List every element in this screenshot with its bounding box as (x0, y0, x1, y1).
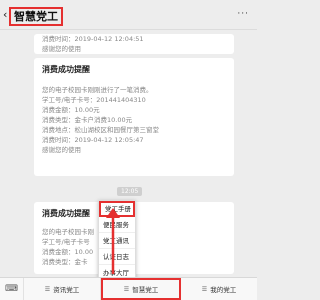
message-line: 感谢您的使用 (42, 146, 81, 154)
menu-icon: ☰ (201, 285, 208, 293)
menu-icon: ☰ (44, 285, 51, 293)
more-icon[interactable]: ··· (237, 9, 249, 19)
message-line: 学工号/电子卡号：201441404310 (42, 96, 146, 104)
message-line: 您的电子校园卡刚刚进行了一笔消费。 (42, 86, 153, 94)
message-line: 感谢您的使用 (42, 45, 81, 53)
page-title: 智慧党工 (9, 7, 63, 26)
tab-label: 资讯党工 (53, 286, 80, 294)
message-line: 消费地点：松山湖校区和园餐厅第三窗堂 (42, 126, 159, 134)
message-title: 消费成功提醒 (42, 65, 90, 74)
message-card: 消费成功提醒 您的电子校园卡刚刚进行了一笔消费。 学工号/电子卡号：201441… (34, 58, 234, 176)
time-separator: 12:05 (117, 187, 143, 196)
back-arrow-icon[interactable]: ‹ (3, 8, 7, 21)
message-line: 消费金额：10.00元 (42, 106, 100, 114)
message-card: 消费时间：2019-04-12 12:04:51 感谢您的使用 (34, 34, 234, 54)
message-line: 消费时间：2019-04-12 12:05:47 (42, 136, 144, 144)
tab-news[interactable]: ☰ 资讯党工 (24, 278, 101, 300)
bottom-menu-bar: ⌨ ☰ 资讯党工 ☰ 智慧党工 ☰ 我的党工 (0, 277, 257, 300)
keyboard-icon[interactable]: ⌨ (0, 278, 24, 300)
annotation-arrow-icon (106, 208, 120, 274)
menu-icon: ☰ (123, 285, 130, 293)
tab-smart[interactable]: ☰ 智慧党工 (101, 278, 181, 300)
tab-mine[interactable]: ☰ 我的党工 (181, 278, 257, 300)
title-bar: ‹ 智慧党工 ··· (0, 0, 257, 30)
tab-label: 我的党工 (210, 286, 237, 294)
message-line: 消费时间：2019-04-12 12:04:51 (42, 35, 144, 43)
message-line: 消费类型：金卡户消费10.00元 (42, 116, 133, 124)
tab-label: 智慧党工 (132, 286, 159, 294)
